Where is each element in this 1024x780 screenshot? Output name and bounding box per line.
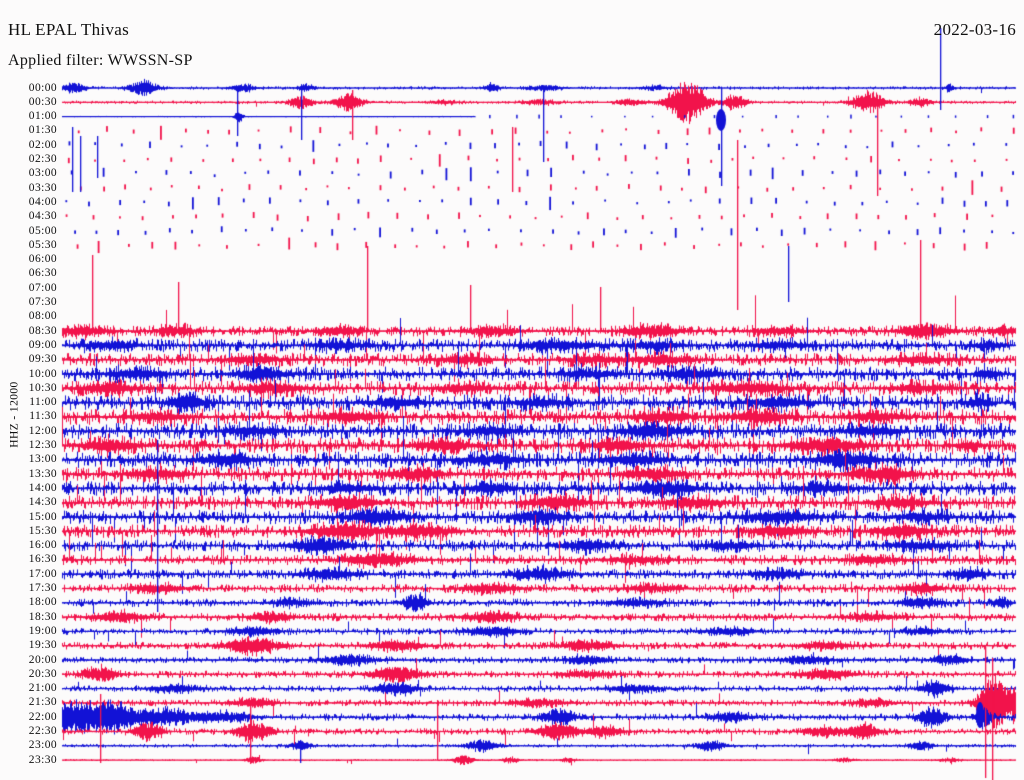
time-label: 16:30	[28, 553, 57, 566]
time-label: 20:30	[28, 667, 57, 680]
time-label: 06:30	[28, 267, 57, 280]
time-label: 20:00	[28, 653, 57, 666]
time-label: 02:30	[28, 153, 57, 165]
filter-label: Applied filter: WWSSN-SP	[8, 52, 193, 69]
time-label: 01:30	[28, 124, 57, 137]
time-label: 04:30	[28, 210, 57, 223]
time-label: 09:30	[28, 353, 57, 366]
time-label: 05:00	[28, 224, 57, 237]
time-label: 18:30	[28, 610, 57, 623]
time-label: 07:30	[28, 296, 57, 308]
time-label: 10:00	[28, 367, 57, 380]
time-label: 12:00	[28, 424, 57, 437]
time-label: 21:30	[28, 696, 57, 709]
time-label: 03:00	[28, 167, 57, 180]
time-label: 11:00	[29, 396, 57, 409]
time-label: 15:00	[28, 510, 57, 523]
time-label: 07:00	[28, 281, 57, 294]
time-label: 05:30	[28, 238, 57, 251]
time-label: 13:00	[28, 453, 57, 466]
time-label: 00:00	[28, 81, 57, 94]
time-label: 23:30	[28, 753, 57, 766]
seismogram-traces-canvas	[0, 0, 1024, 780]
time-label: 23:00	[28, 739, 57, 752]
time-label: 10:30	[28, 381, 57, 394]
time-label: 11:30	[29, 410, 57, 423]
time-label: 19:00	[28, 624, 57, 637]
time-label: 00:30	[28, 95, 57, 108]
time-label: 17:30	[28, 582, 57, 594]
time-label: 12:30	[28, 439, 57, 451]
time-label: 01:00	[28, 110, 57, 123]
time-label: 03:30	[28, 181, 57, 194]
time-label: 21:00	[28, 682, 57, 695]
time-label: 08:00	[28, 310, 57, 323]
time-label: 19:30	[28, 639, 57, 652]
time-label: 02:00	[28, 138, 57, 151]
time-label: 06:00	[28, 253, 57, 266]
time-label: 22:30	[28, 725, 57, 737]
time-label: 18:00	[28, 596, 57, 609]
time-label: 14:30	[28, 496, 57, 509]
time-label: 08:30	[28, 324, 57, 337]
time-label: 13:30	[28, 467, 57, 480]
time-label: 17:00	[28, 567, 57, 580]
time-label: 09:00	[28, 338, 57, 351]
report-date: 2022-03-16	[933, 20, 1016, 39]
time-label: 04:00	[28, 195, 57, 208]
time-label: 14:00	[28, 481, 57, 494]
helicorder-page: HL EPAL Thivas 2022-03-16 Applied filter…	[0, 0, 1024, 780]
time-label: 22:00	[28, 710, 57, 723]
time-label: 16:00	[28, 539, 57, 552]
station-title: HL EPAL Thivas	[8, 20, 130, 39]
time-label: 15:30	[28, 524, 57, 537]
